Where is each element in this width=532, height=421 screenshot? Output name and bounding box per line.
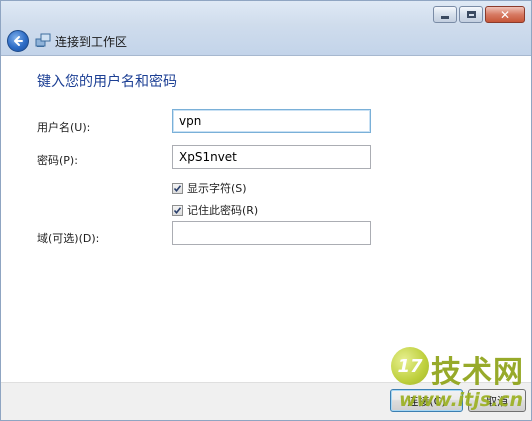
password-input[interactable]	[172, 145, 371, 169]
checkbox-box[interactable]	[172, 204, 183, 216]
watermark-logo: 17	[391, 347, 429, 385]
close-icon: ✕	[499, 7, 511, 22]
window-title: 连接到工作区	[55, 35, 128, 49]
show-characters-label: 显示字符(S)	[187, 182, 247, 195]
username-label: 用户名(U):	[37, 121, 91, 134]
maximize-button[interactable]	[459, 6, 483, 23]
page-heading: 键入您的用户名和密码	[37, 74, 177, 90]
checkmark-icon	[173, 206, 182, 214]
network-icon	[35, 33, 51, 47]
show-characters-checkbox[interactable]: 显示字符(S)	[172, 180, 247, 196]
connect-button[interactable]: 连接(C)	[390, 389, 463, 412]
command-bar: 连接(C) 取消	[1, 382, 531, 420]
username-input[interactable]	[172, 109, 371, 133]
connect-workplace-window: ✕ 连接到工作区 键入您的用户名和密码 用户名(U): 密码(P): 显示字符(…	[0, 0, 532, 421]
maximize-icon	[466, 11, 476, 18]
checkbox-box[interactable]	[172, 182, 183, 194]
remember-password-label: 记住此密码(R)	[187, 204, 259, 217]
cancel-button[interactable]: 取消	[468, 389, 526, 412]
back-button[interactable]	[7, 30, 29, 52]
remember-password-checkbox[interactable]: 记住此密码(R)	[172, 202, 258, 218]
close-button[interactable]: ✕	[485, 6, 525, 23]
domain-input[interactable]	[172, 221, 371, 245]
domain-label: 域(可选)(D):	[37, 232, 100, 245]
caption-buttons: ✕	[431, 6, 525, 23]
back-arrow-icon	[14, 36, 23, 46]
minimize-icon	[441, 16, 449, 19]
password-label: 密码(P):	[37, 154, 78, 167]
checkmark-icon	[173, 184, 182, 192]
minimize-button[interactable]	[433, 6, 457, 23]
title-bar: ✕ 连接到工作区	[1, 1, 531, 56]
